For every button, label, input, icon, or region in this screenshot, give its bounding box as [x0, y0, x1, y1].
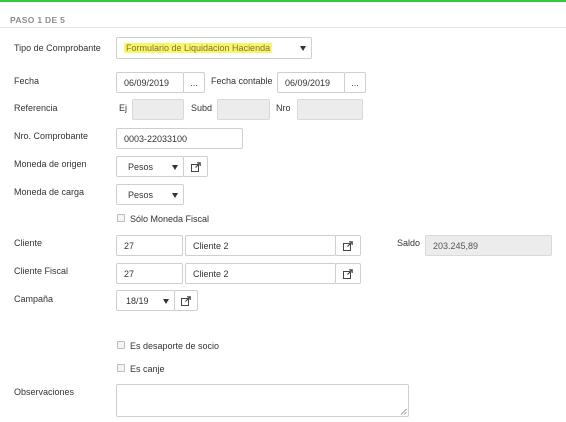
accent-line	[0, 0, 566, 2]
cliente-label: Cliente	[14, 238, 43, 248]
resize-handle-icon[interactable]	[400, 408, 407, 415]
external-link-icon	[343, 268, 353, 279]
campana-select[interactable]: 18/19	[116, 290, 175, 311]
referencia-ej-input[interactable]	[132, 99, 184, 120]
canje-checkbox[interactable]	[117, 364, 125, 372]
moneda-carga-label: Moneda de carga	[14, 187, 85, 197]
fecha-contable-input[interactable]: 06/09/2019	[277, 72, 345, 93]
tipo-comprobante-select[interactable]: Formulario de Liquidacion Hacienda	[116, 37, 312, 59]
canje-label: Es canje	[130, 364, 165, 374]
campana-value: 18/19	[126, 295, 149, 306]
cliente-nombre-input[interactable]: Cliente 2	[185, 235, 336, 256]
fecha-contable-label: Fecha contable	[211, 76, 273, 86]
solo-moneda-fiscal-label: Sólo Moneda Fiscal	[130, 214, 210, 224]
cliente-fiscal-codigo-input[interactable]: 27	[116, 263, 183, 284]
solo-moneda-fiscal-checkbox[interactable]	[117, 214, 125, 222]
saldo-value: 203.245,89	[425, 235, 552, 256]
fecha-label: Fecha	[14, 76, 40, 86]
title-divider	[0, 27, 566, 28]
nro-comprobante-input[interactable]: 0003-22033100	[116, 128, 243, 149]
referencia-ej-label: Ej	[119, 103, 128, 113]
referencia-subd-input[interactable]	[217, 99, 270, 120]
external-link-icon	[181, 295, 191, 306]
referencia-nro-label: Nro	[276, 103, 291, 113]
moneda-origen-value: Pesos	[128, 161, 154, 172]
referencia-subd-label: Subd	[191, 103, 213, 113]
tipo-comprobante-value: Formulario de Liquidacion Hacienda	[124, 43, 273, 53]
fecha-input[interactable]: 06/09/2019	[116, 72, 184, 93]
moneda-origen-select[interactable]: Pesos	[116, 156, 184, 177]
cliente-fiscal-label: Cliente Fiscal	[14, 266, 69, 276]
cliente-codigo-input[interactable]: 27	[116, 235, 183, 256]
moneda-origen-label: Moneda de origen	[14, 159, 87, 169]
moneda-origen-link-button[interactable]	[183, 156, 208, 177]
external-link-icon	[343, 240, 353, 251]
observaciones-label: Observaciones	[14, 387, 75, 397]
tipo-comprobante-label: Tipo de Comprobante	[14, 43, 101, 53]
referencia-label: Referencia	[14, 103, 58, 113]
observaciones-textarea[interactable]	[116, 384, 409, 417]
cliente-link-button[interactable]	[335, 235, 361, 256]
moneda-carga-select[interactable]: Pesos	[116, 184, 184, 205]
desaporte-label: Es desaporte de socio	[130, 341, 220, 351]
cliente-fiscal-nombre-input[interactable]: Cliente 2	[185, 263, 336, 284]
fecha-picker-button[interactable]: ...	[183, 72, 205, 93]
saldo-label: Saldo	[397, 238, 421, 248]
campana-label: Campaña	[14, 294, 54, 304]
caret-down-icon	[172, 192, 178, 198]
step-title: PASO 1 DE 5	[10, 15, 66, 25]
campana-link-button[interactable]	[174, 290, 198, 311]
fecha-contable-picker-button[interactable]: ...	[344, 72, 366, 93]
caret-down-icon	[163, 298, 169, 304]
nro-comprobante-label: Nro. Comprobante	[14, 131, 89, 141]
moneda-carga-value: Pesos	[128, 189, 154, 200]
referencia-nro-input[interactable]	[297, 99, 363, 120]
desaporte-checkbox[interactable]	[117, 341, 125, 349]
caret-down-icon	[300, 46, 306, 51]
caret-down-icon	[172, 164, 178, 170]
cliente-fiscal-link-button[interactable]	[335, 263, 361, 284]
external-link-icon	[190, 161, 201, 172]
